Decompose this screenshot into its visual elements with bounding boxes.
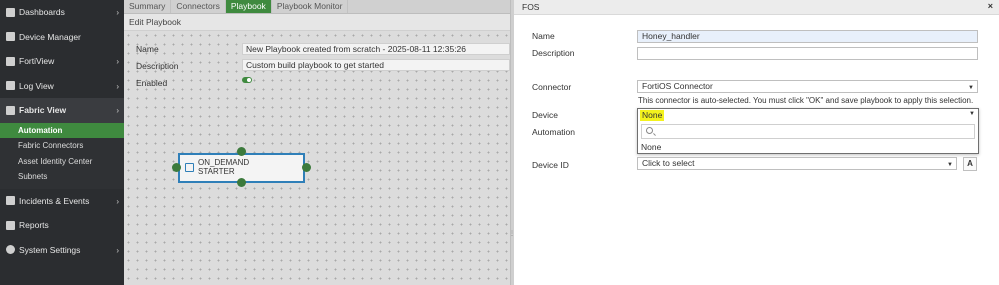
playbook-name-field[interactable]: New Playbook created from scratch - 2025… xyxy=(242,43,510,55)
sub-asset-identity-center[interactable]: Asset Identity Center xyxy=(0,153,124,169)
enabled-toggle[interactable] xyxy=(242,77,252,83)
nav-log-view[interactable]: Log View › xyxy=(0,74,124,99)
incidents-icon xyxy=(6,196,15,206)
sub-fabric-connectors[interactable]: Fabric Connectors xyxy=(0,138,124,154)
log-view-icon xyxy=(6,81,15,91)
description-input[interactable] xyxy=(637,47,978,60)
name-label: Name xyxy=(532,31,555,41)
device-id-label: Device ID xyxy=(532,160,569,170)
device-option-none[interactable]: None xyxy=(641,142,661,152)
chevron-down-icon: › xyxy=(116,106,119,115)
sub-automation[interactable]: Automation xyxy=(0,122,124,138)
tab-summary[interactable]: Summary xyxy=(124,0,172,13)
playbook-enabled-label: Enabled xyxy=(136,78,168,88)
chevron-right-icon: › xyxy=(116,196,119,206)
chevron-right-icon: › xyxy=(116,8,119,17)
caret-down-icon: ▼ xyxy=(968,85,974,91)
nav-reports[interactable]: Reports xyxy=(0,213,124,238)
close-icon[interactable]: × xyxy=(988,1,993,11)
reports-icon xyxy=(6,220,15,230)
panel-title: FOS xyxy=(522,2,540,12)
playbook-description-label: Description xyxy=(136,61,179,71)
device-id-placeholder: Click to select xyxy=(642,158,695,168)
device-dropdown[interactable]: None ▼ None xyxy=(637,108,979,154)
nav-fortiview[interactable]: FortiView › xyxy=(0,49,124,74)
trigger-node-line1: ON_DEMAND xyxy=(198,158,250,167)
playbook-description-field[interactable]: Custom build playbook to get started xyxy=(242,59,510,71)
device-id-select[interactable]: Click to select ▼ xyxy=(637,157,957,170)
chevron-right-icon: › xyxy=(116,57,119,66)
nav-device-manager[interactable]: Device Manager xyxy=(0,25,124,50)
caret-down-icon: ▼ xyxy=(947,162,953,168)
nav-label: System Settings xyxy=(19,244,81,255)
device-selected-value: None xyxy=(640,110,665,121)
dashboard-icon xyxy=(6,7,15,17)
search-icon xyxy=(646,127,653,134)
fabric-view-icon xyxy=(6,105,15,115)
connector-handle-bottom[interactable] xyxy=(237,178,246,187)
task-config-panel: FOS × Name Honey_handler Description Con… xyxy=(514,0,999,285)
playbook-name-label: Name xyxy=(136,44,159,54)
nav-fabric-view[interactable]: Fabric View › xyxy=(0,98,124,123)
tab-playbook-monitor[interactable]: Playbook Monitor xyxy=(272,0,349,13)
tab-connectors[interactable]: Connectors xyxy=(171,0,226,13)
nav-incidents-events[interactable]: Incidents & Events › xyxy=(0,189,124,214)
gear-icon xyxy=(6,245,15,255)
sidebar: Dashboards › Device Manager FortiView › … xyxy=(0,0,124,285)
connector-value: FortiOS Connector xyxy=(642,81,713,91)
fortiview-icon xyxy=(6,56,15,66)
text-format-button[interactable]: A xyxy=(963,157,977,171)
nav-label: FortiView xyxy=(19,56,55,67)
nav-system-settings[interactable]: System Settings › xyxy=(0,238,124,263)
chevron-right-icon: › xyxy=(116,245,119,255)
connector-handle-top[interactable] xyxy=(237,147,246,156)
connector-handle-left[interactable] xyxy=(172,163,181,172)
playbook-editor: Summary Connectors Playbook Playbook Mon… xyxy=(124,0,510,285)
device-manager-icon xyxy=(6,32,15,42)
connector-label: Connector xyxy=(532,82,572,92)
name-input[interactable]: Honey_handler xyxy=(637,30,978,43)
nav-label: Device Manager xyxy=(19,31,81,42)
fabric-submenu: Automation Fabric Connectors Asset Ident… xyxy=(0,122,124,189)
trigger-icon xyxy=(185,163,194,172)
trigger-node-line2: STARTER xyxy=(198,167,235,176)
nav-label: Incidents & Events xyxy=(19,195,90,206)
sub-subnets[interactable]: Subnets xyxy=(0,169,124,185)
tab-playbook[interactable]: Playbook xyxy=(225,0,272,13)
caret-down-icon: ▼ xyxy=(969,111,975,117)
chevron-right-icon: › xyxy=(116,81,119,91)
nav-dashboards[interactable]: Dashboards › xyxy=(0,0,124,25)
nav-label: Reports xyxy=(19,220,49,231)
connector-hint: This connector is auto-selected. You mus… xyxy=(638,96,974,105)
automation-label: Automation xyxy=(532,127,575,137)
nav-label: Fabric View xyxy=(19,105,67,116)
panel-header: FOS × xyxy=(514,0,999,15)
tab-bar: Summary Connectors Playbook Playbook Mon… xyxy=(124,0,510,14)
connector-select[interactable]: FortiOS Connector ▼ xyxy=(637,80,978,93)
description-label: Description xyxy=(532,48,575,58)
nav-label: Dashboards xyxy=(19,7,65,18)
device-label: Device xyxy=(532,110,558,120)
device-search-input[interactable] xyxy=(641,124,975,139)
nav-label: Log View xyxy=(19,80,54,91)
connector-handle-right[interactable] xyxy=(302,163,311,172)
edit-playbook-header: Edit Playbook xyxy=(124,14,510,31)
trigger-node-label: ON_DEMAND STARTER xyxy=(198,158,249,176)
